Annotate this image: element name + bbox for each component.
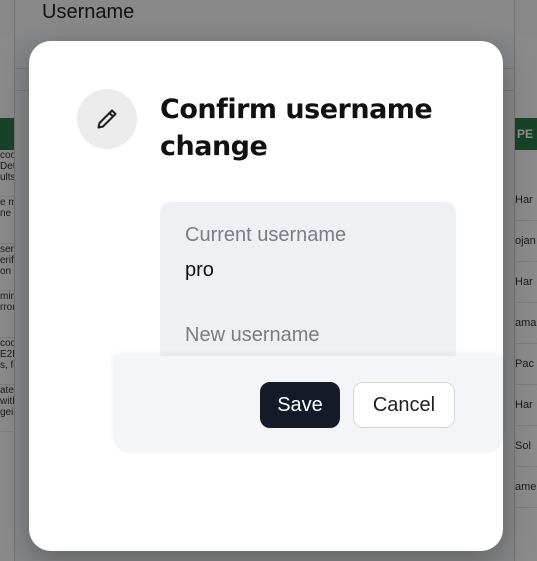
username-fields: Current username pro New username [160, 202, 456, 362]
current-username-value: pro [185, 259, 214, 281]
new-username-label: New username [185, 324, 320, 346]
confirm-username-dialog: Confirm username change Current username… [29, 41, 503, 551]
dialog-title: Confirm username change [160, 94, 433, 162]
save-button[interactable]: Save [260, 382, 340, 428]
current-username-label: Current username [185, 224, 347, 246]
dialog-footer: Save Cancel [113, 356, 503, 453]
cancel-button[interactable]: Cancel [353, 382, 455, 428]
pencil-icon [77, 89, 137, 149]
